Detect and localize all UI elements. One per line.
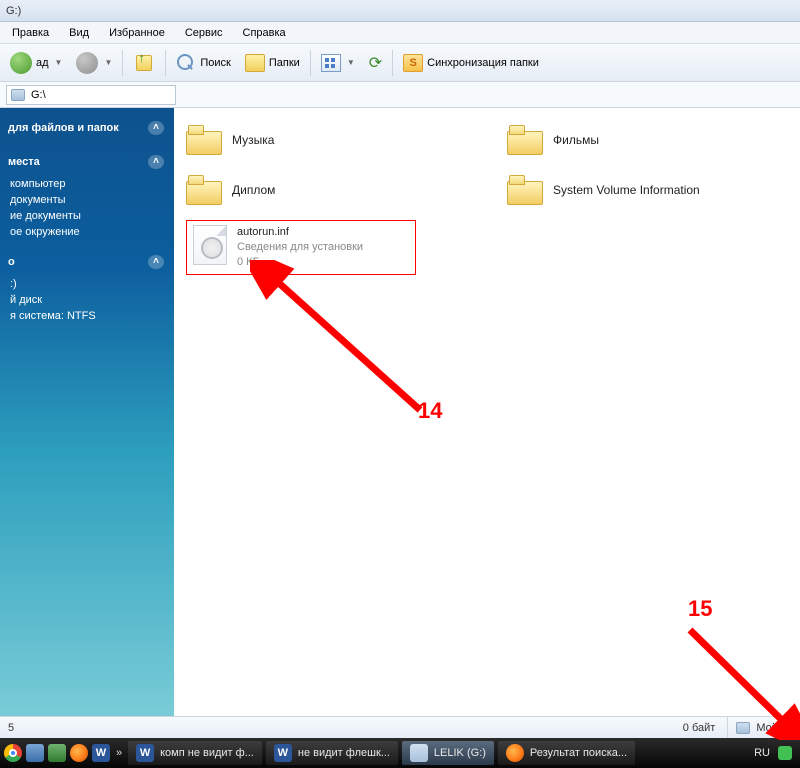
sidebar: для файлов и папок ˄ места ˄ компьютер д…	[0, 108, 174, 738]
file-item-autorun[interactable]: autorun.inf Сведения для установки 0 КБ	[186, 220, 416, 275]
sync-button[interactable]: S Синхронизация папки	[399, 52, 543, 74]
folder-icon	[186, 125, 222, 155]
menu-view[interactable]: Вид	[61, 25, 97, 41]
quicklaunch-icon[interactable]	[48, 744, 66, 762]
taskbar-item[interactable]: W комп не видит ф...	[128, 741, 262, 765]
drive-icon	[11, 89, 25, 101]
chevron-down-icon[interactable]: ▼	[104, 58, 112, 67]
quicklaunch-icon[interactable]	[26, 744, 44, 762]
word-icon: W	[136, 744, 154, 762]
folder-up-button[interactable]	[129, 50, 159, 76]
language-indicator[interactable]: RU	[754, 747, 770, 759]
status-count: 5	[0, 722, 30, 734]
folder-item[interactable]: Музыка	[186, 120, 467, 160]
tray-icon[interactable]	[778, 746, 792, 760]
sidebar-details-header[interactable]: о ˄	[0, 252, 174, 272]
word-icon[interactable]: W	[92, 744, 110, 762]
firefox-icon	[506, 744, 524, 762]
toolbar: ад ▼ ▼ Поиск Папки ▼ ⟳ S Синхронизация п…	[0, 44, 800, 82]
status-location: Мой ко	[728, 722, 800, 734]
sidebar-item-computer[interactable]: компьютер	[0, 176, 174, 192]
forward-icon	[76, 52, 98, 74]
quicklaunch-overflow[interactable]: »	[114, 747, 124, 759]
inf-file-icon	[193, 225, 227, 265]
folder-icon	[507, 125, 543, 155]
taskbar-item[interactable]: LELIK (G:)	[402, 741, 494, 765]
folders-button[interactable]: Папки	[241, 52, 304, 74]
chevron-up-icon[interactable]: ˄	[148, 155, 164, 169]
sidebar-places-header[interactable]: места ˄	[0, 152, 174, 172]
chevron-up-icon[interactable]: ˄	[148, 255, 164, 269]
sidebar-tasks-header[interactable]: для файлов и папок ˄	[0, 118, 174, 138]
status-bytes: 0 байт	[30, 717, 728, 738]
sync-icon: S	[403, 54, 423, 72]
computer-icon	[736, 722, 750, 734]
search-icon	[176, 53, 196, 73]
sidebar-item-network[interactable]: ое окружение	[0, 224, 174, 240]
word-icon: W	[274, 744, 292, 762]
views-button[interactable]: ▼	[317, 52, 359, 74]
taskbar-item[interactable]: Результат поиска...	[498, 741, 635, 765]
taskbar-item[interactable]: W не видит флешк...	[266, 741, 398, 765]
title-bar: G:)	[0, 0, 800, 22]
chevron-down-icon[interactable]: ▼	[347, 58, 355, 67]
folder-icon	[245, 54, 265, 72]
file-view[interactable]: Музыка Фильмы Диплом System Volume Infor…	[174, 108, 800, 738]
address-input[interactable]: G:\	[6, 85, 176, 105]
address-path: G:\	[31, 89, 46, 101]
refresh-button[interactable]: ⟳	[365, 51, 386, 75]
menu-edit[interactable]: Правка	[4, 25, 57, 41]
folder-item[interactable]: Фильмы	[507, 120, 788, 160]
separator	[165, 50, 166, 76]
sidebar-detail-drive: :)	[0, 276, 174, 292]
file-type: Сведения для установки	[237, 240, 363, 255]
file-size: 0 КБ	[237, 255, 363, 270]
separator	[310, 50, 311, 76]
system-tray[interactable]: RU	[754, 746, 796, 760]
file-name: autorun.inf	[237, 225, 363, 240]
address-bar: G:\	[0, 82, 800, 108]
status-bar: 5 0 байт Мой ко	[0, 716, 800, 738]
separator	[392, 50, 393, 76]
refresh-icon: ⟳	[369, 53, 382, 73]
folder-item[interactable]: Диплом	[186, 170, 467, 210]
sidebar-detail-type: й диск	[0, 292, 174, 308]
nav-back-button[interactable]: ад ▼	[6, 50, 66, 76]
menu-tools[interactable]: Сервис	[177, 25, 231, 41]
menu-help[interactable]: Справка	[235, 25, 294, 41]
sidebar-item-documents[interactable]: документы	[0, 192, 174, 208]
title-text: G:)	[6, 5, 21, 17]
sidebar-detail-fs: я система: NTFS	[0, 308, 174, 324]
separator	[122, 50, 123, 76]
chrome-icon[interactable]	[4, 744, 22, 762]
taskbar: W » W комп не видит ф... W не видит флеш…	[0, 738, 800, 768]
firefox-icon[interactable]	[70, 744, 88, 762]
explorer-icon	[410, 744, 428, 762]
folder-up-icon	[133, 52, 155, 74]
folder-item[interactable]: System Volume Information	[507, 170, 788, 210]
nav-forward-button[interactable]: ▼	[72, 50, 116, 76]
search-button[interactable]: Поиск	[172, 51, 234, 75]
menu-bar: Правка Вид Избранное Сервис Справка	[0, 22, 800, 44]
chevron-down-icon[interactable]: ▼	[55, 58, 63, 67]
menu-favorites[interactable]: Избранное	[101, 25, 173, 41]
folder-icon	[186, 175, 222, 205]
folder-icon	[507, 175, 543, 205]
views-icon	[321, 54, 341, 72]
back-icon	[10, 52, 32, 74]
chevron-up-icon[interactable]: ˄	[148, 121, 164, 135]
sidebar-item-shared[interactable]: ие документы	[0, 208, 174, 224]
